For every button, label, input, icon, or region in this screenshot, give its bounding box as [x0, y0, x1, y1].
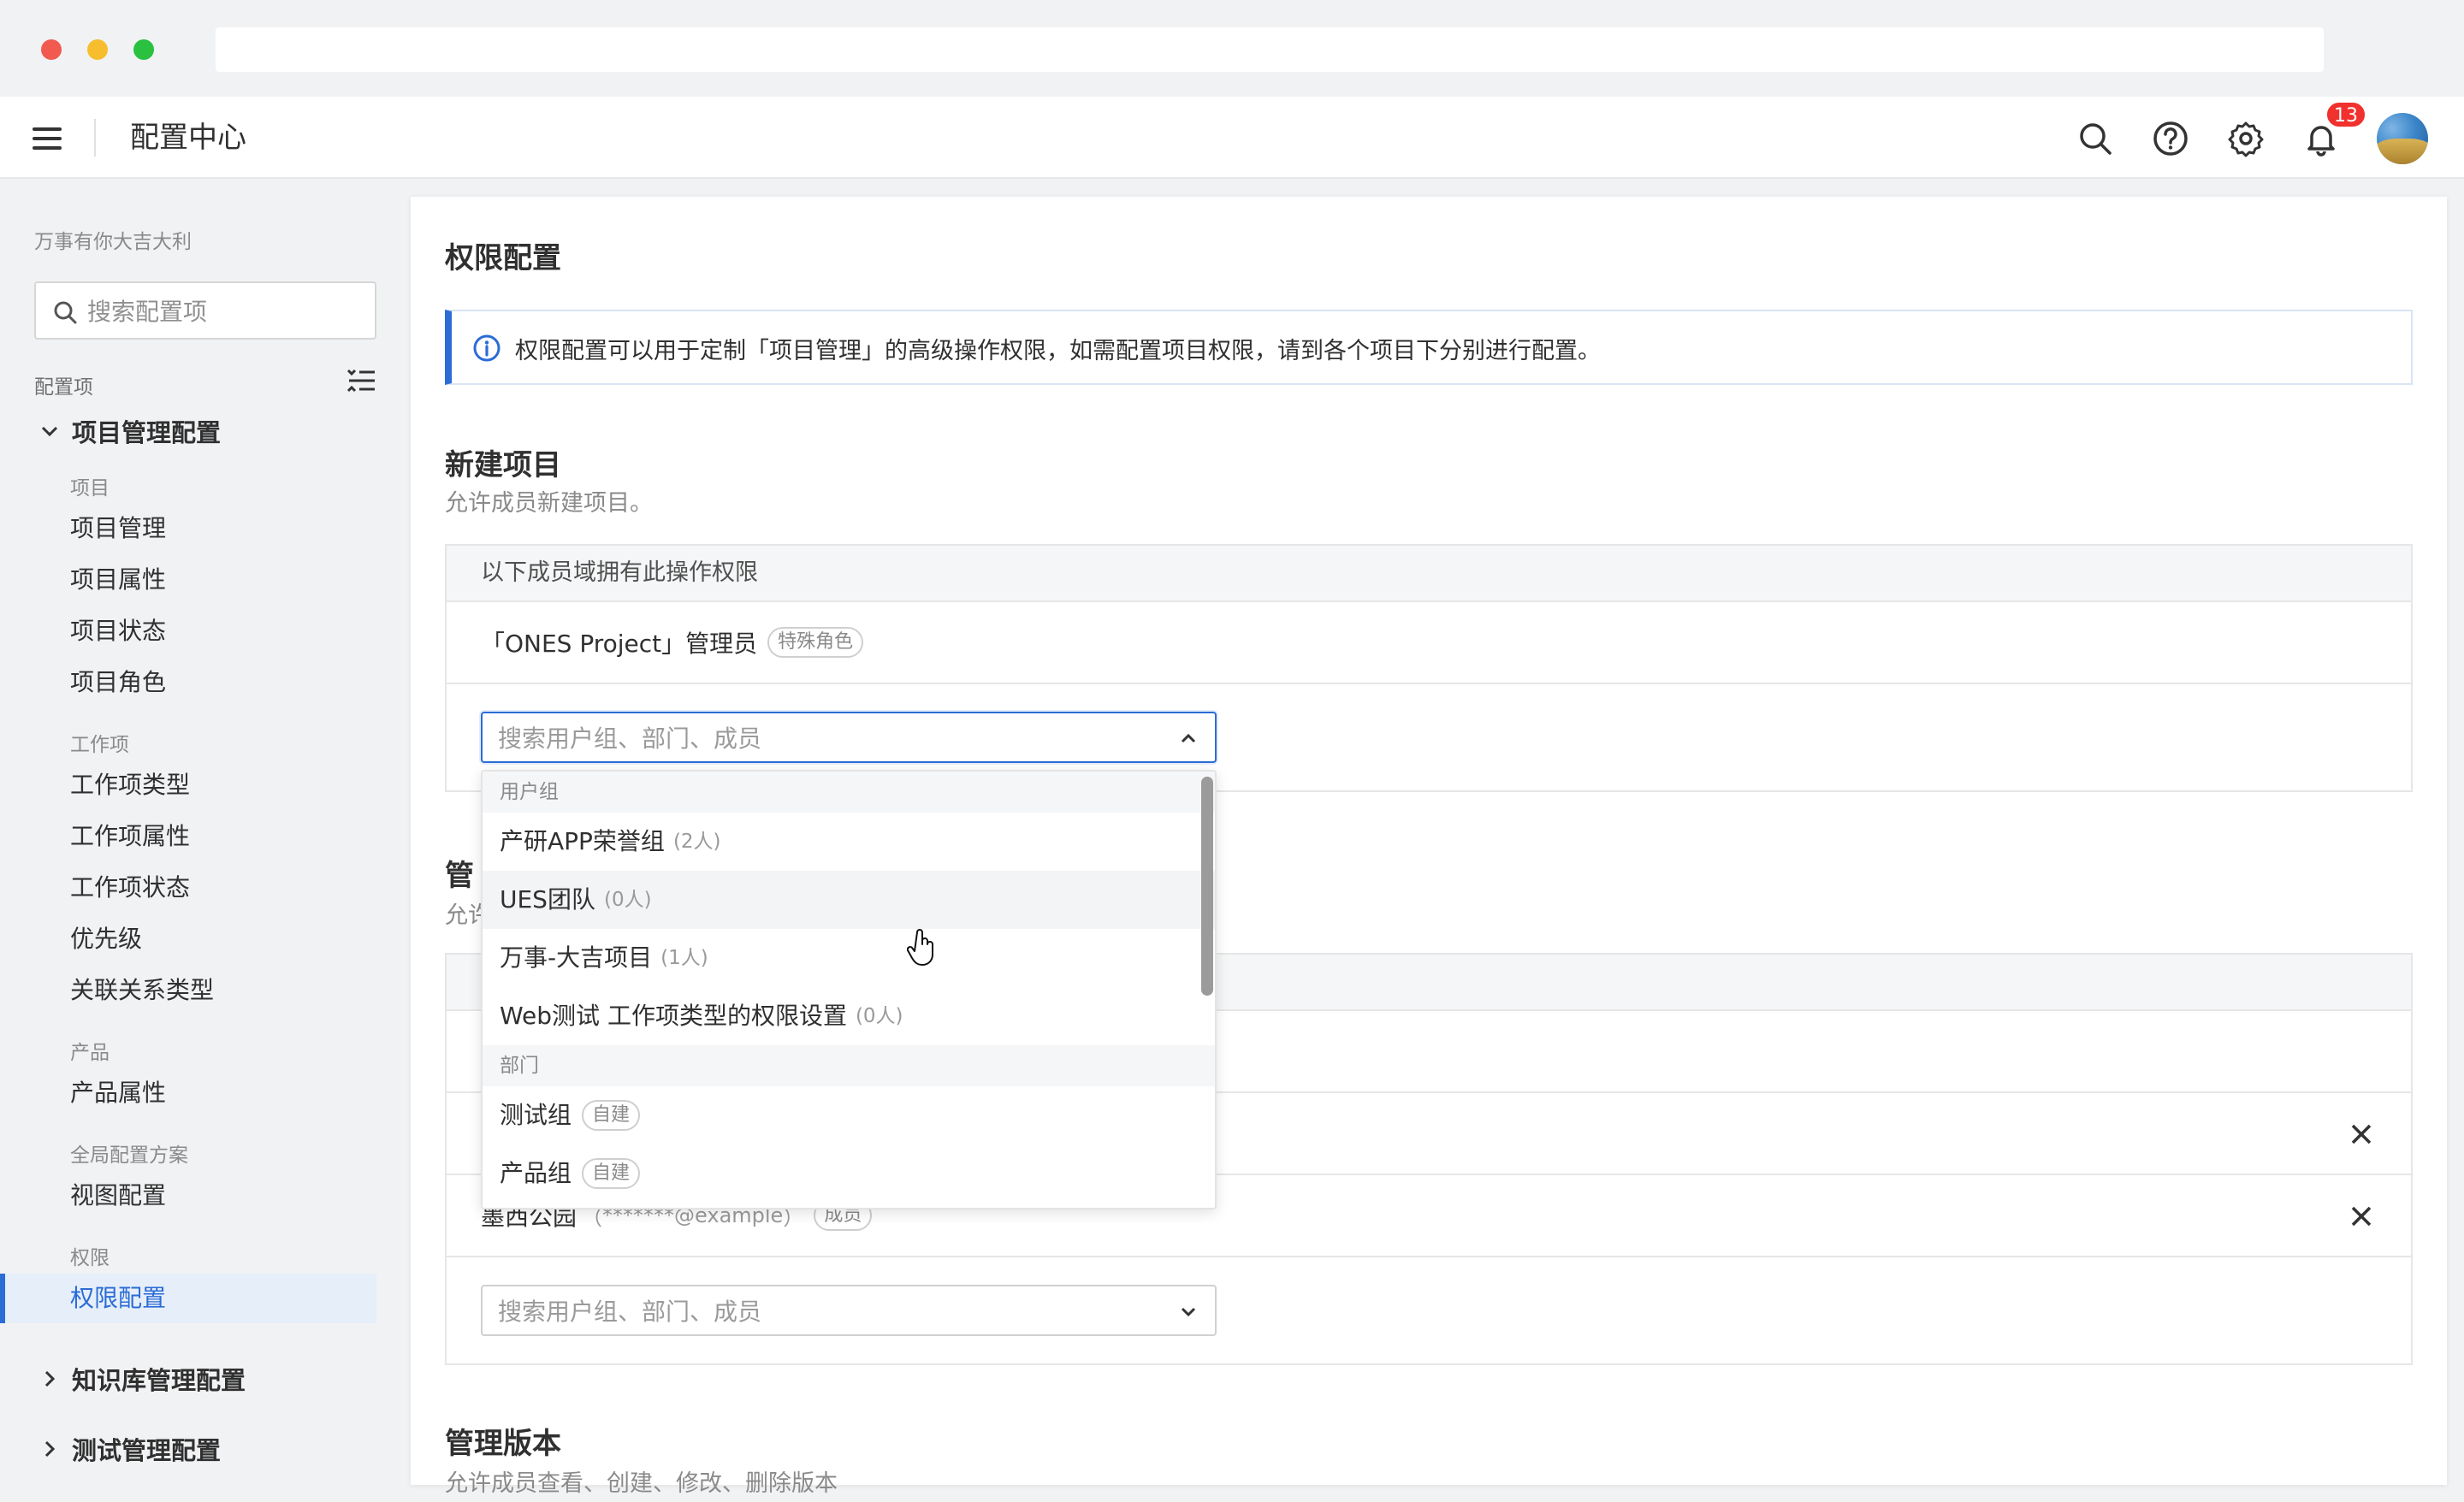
hand-cursor-icon	[907, 929, 933, 966]
sidebar-item-product-attributes[interactable]: 产品属性	[0, 1068, 376, 1118]
section-label-work-item: 工作项	[70, 734, 129, 756]
dropdown-option[interactable]: 测试组 自建	[483, 1086, 1215, 1144]
app-title: 配置中心	[130, 121, 246, 155]
dropdown-group-label: 用户组	[483, 772, 1215, 813]
sidebar-item-view-config[interactable]: 视图配置	[0, 1171, 376, 1221]
sidebar-item-project-management[interactable]: 项目管理	[0, 504, 376, 553]
option-name: Web测试 工作项类型的权限设置	[500, 1002, 847, 1030]
chevron-down-icon	[41, 426, 58, 437]
info-banner: 权限配置可以用于定制「项目管理」的高级操作权限，如需配置项目权限，请到各个项目下…	[445, 310, 2413, 385]
group-title-label: 测试管理配置	[72, 1436, 222, 1465]
chevron-right-icon	[44, 1370, 56, 1387]
sidebar-item-project-roles[interactable]: 项目角色	[0, 658, 376, 707]
minimize-window-button[interactable]	[87, 39, 108, 60]
option-name: 产品组	[500, 1159, 572, 1187]
table-row: 「ONES Project」管理员 特殊角色	[447, 602, 2411, 684]
role-tag: 特殊角色	[767, 627, 864, 658]
option-name: 测试组	[500, 1101, 572, 1129]
dropdown-option[interactable]: Web测试 工作项类型的权限设置 (0人)	[483, 987, 1215, 1045]
sidebar-item-work-item-attributes[interactable]: 工作项属性	[0, 812, 376, 861]
member-search-select[interactable]: 搜索用户组、部门、成员	[481, 712, 1217, 763]
config-label: 配置项	[34, 376, 93, 399]
dropdown-option[interactable]: UES团队 (0人)	[483, 871, 1215, 929]
option-count: (2人)	[672, 831, 721, 853]
sidebar-item-work-item-status[interactable]: 工作项状态	[0, 863, 376, 913]
option-tag: 自建	[582, 1158, 641, 1189]
option-name: 产研APP荣誉组	[500, 827, 665, 855]
sidebar-item-priority[interactable]: 优先级	[0, 914, 376, 964]
member-dropdown: 用户组 产研APP荣誉组 (2人) UES团队 (0人) 万事-大吉项目 (1人…	[481, 770, 1217, 1209]
sidebar-item-work-item-types[interactable]: 工作项类型	[0, 760, 376, 810]
search-icon	[54, 301, 77, 324]
chevron-down-icon	[1181, 1307, 1196, 1317]
section-desc-manage-version: 允许成员查看、创建、修改、删除版本	[445, 1470, 838, 1497]
dropdown-scrollbar[interactable]	[1201, 777, 1213, 996]
sidebar-item-relation-types[interactable]: 关联关系类型	[0, 966, 376, 1015]
section-label-global-scheme: 全局配置方案	[70, 1144, 188, 1167]
select-placeholder: 搜索用户组、部门、成员	[498, 724, 762, 753]
section-title-manage-version: 管理版本	[445, 1427, 561, 1461]
option-name: 万事-大吉项目	[500, 943, 653, 972]
help-icon[interactable]	[2151, 119, 2190, 158]
group-title-label: 知识库管理配置	[72, 1366, 246, 1395]
org-name: 万事有你大吉大利	[34, 231, 192, 253]
dropdown-option[interactable]: 万事-大吉项目 (1人)	[483, 929, 1215, 987]
section-title-new-project: 新建项目	[445, 448, 561, 482]
sidebar-search-input[interactable]	[87, 293, 361, 329]
maximize-window-button[interactable]	[133, 39, 154, 60]
option-count: (0人)	[603, 889, 652, 911]
table-header: 以下成员域拥有此操作权限	[447, 546, 2411, 602]
sidebar-item-project-status[interactable]: 项目状态	[0, 606, 376, 656]
page-title: 权限配置	[445, 241, 561, 275]
dropdown-group-label: 部门	[483, 1045, 1215, 1086]
close-icon[interactable]	[2346, 1119, 2377, 1150]
member-name: 「ONES Project」管理员	[481, 630, 758, 658]
close-icon[interactable]	[2346, 1201, 2377, 1232]
window-chrome	[0, 0, 2464, 97]
section-desc-new-project: 允许成员新建项目。	[445, 490, 653, 517]
close-window-button[interactable]	[41, 39, 62, 60]
option-tag: 自建	[582, 1100, 641, 1131]
dropdown-option[interactable]: 产品组 自建	[483, 1144, 1215, 1203]
header-divider	[94, 119, 96, 157]
avatar[interactable]	[2377, 113, 2428, 164]
select-placeholder: 搜索用户组、部门、成员	[498, 1298, 762, 1326]
option-name: UES团队	[500, 885, 595, 914]
info-icon	[473, 334, 500, 362]
permission-table-new-project: 以下成员域拥有此操作权限 「ONES Project」管理员 特殊角色 搜索用户…	[445, 544, 2413, 792]
sidebar-item-project-attributes[interactable]: 项目属性	[0, 555, 376, 605]
section-label-permission: 权限	[70, 1247, 110, 1269]
group-wiki-config[interactable]: 知识库管理配置	[38, 1361, 246, 1397]
member-search-select[interactable]: 搜索用户组、部门、成员	[481, 1285, 1217, 1336]
notification-badge: 13	[2325, 101, 2366, 128]
dropdown-option[interactable]: 产研APP荣誉组 (2人)	[483, 813, 1215, 871]
info-text: 权限配置可以用于定制「项目管理」的高级操作权限，如需配置项目权限，请到各个项目下…	[515, 338, 1601, 364]
option-count: (1人)	[660, 947, 708, 969]
section-label-product: 产品	[70, 1042, 110, 1064]
chevron-up-icon	[1181, 733, 1196, 743]
gear-icon[interactable]	[2226, 119, 2266, 158]
option-count: (0人)	[855, 1005, 903, 1027]
section-title-manage: 管	[445, 859, 474, 893]
group-test-config[interactable]: 测试管理配置	[38, 1431, 221, 1467]
sidebar-item-permission-config[interactable]: 权限配置	[0, 1274, 376, 1323]
section-label-project: 项目	[70, 477, 110, 500]
table-row-select: 搜索用户组、部门、成员	[447, 1257, 2411, 1363]
search-icon[interactable]	[2076, 119, 2115, 158]
menu-icon[interactable]	[33, 126, 63, 151]
group-title-label: 项目管理配置	[72, 418, 222, 447]
collapse-all-icon[interactable]	[346, 367, 376, 394]
address-bar[interactable]	[216, 27, 2324, 72]
group-project-config[interactable]: 项目管理配置	[38, 413, 221, 449]
chevron-right-icon	[44, 1440, 56, 1458]
sidebar-search[interactable]	[34, 281, 376, 340]
top-header: 配置中心	[0, 97, 2464, 179]
sidebar: 万事有你大吉大利 配置项 项目管理配置 项目 项目管理 项目属性 项目状态 项目…	[0, 180, 411, 1502]
